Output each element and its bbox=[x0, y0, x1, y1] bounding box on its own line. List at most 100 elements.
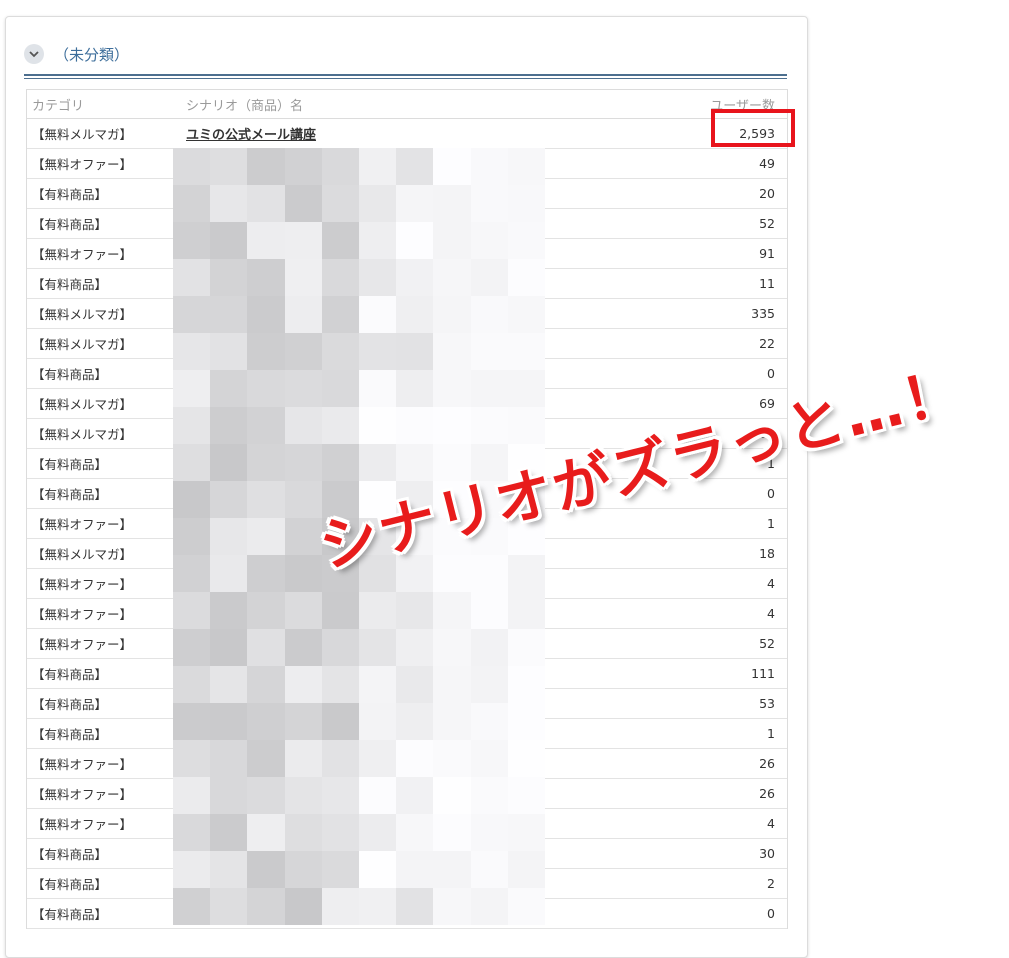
row-category: 【有料商品】 bbox=[32, 727, 108, 742]
row-scenario-cell: ユミの公式メール講座 bbox=[182, 119, 662, 148]
row-category: 【無料オファー】 bbox=[32, 577, 133, 592]
row-category: 【無料メルマガ】 bbox=[32, 127, 133, 142]
row-category: 【有料商品】 bbox=[32, 277, 108, 292]
row-category: 【有料商品】 bbox=[32, 457, 108, 472]
row-scenario-cell bbox=[182, 869, 662, 898]
row-user-count: 49 bbox=[759, 156, 775, 171]
group-header[interactable]: （未分類） bbox=[24, 43, 784, 65]
row-user-count: 4 bbox=[767, 816, 775, 831]
row-scenario-cell bbox=[182, 779, 662, 808]
row-scenario-cell bbox=[182, 269, 662, 298]
table-row[interactable]: 【無料オファー】 49 bbox=[27, 149, 787, 179]
header-category: カテゴリ bbox=[32, 98, 85, 114]
row-category: 【有料商品】 bbox=[32, 877, 108, 892]
header-scenario: シナリオ（商品）名 bbox=[186, 98, 304, 114]
row-user-count: 11 bbox=[759, 276, 775, 291]
row-user-count: 1 bbox=[767, 516, 775, 531]
row-scenario-cell bbox=[182, 299, 662, 328]
row-scenario-cell bbox=[182, 149, 662, 178]
row-category: 【有料商品】 bbox=[32, 367, 108, 382]
row-user-count: 91 bbox=[759, 246, 775, 261]
row-category: 【無料オファー】 bbox=[32, 757, 133, 772]
scenario-link[interactable]: ユミの公式メール講座 bbox=[186, 124, 316, 143]
row-scenario-cell bbox=[182, 629, 662, 658]
row-category: 【有料商品】 bbox=[32, 187, 108, 202]
row-user-count: 4 bbox=[767, 576, 775, 591]
row-user-count: 26 bbox=[759, 756, 775, 771]
table-row[interactable]: 【有料商品】 111 bbox=[27, 659, 787, 689]
row-scenario-cell bbox=[182, 839, 662, 868]
table-row[interactable]: 【無料オファー】 26 bbox=[27, 749, 787, 779]
table-row[interactable]: 【有料商品】 20 bbox=[27, 179, 787, 209]
row-scenario-cell bbox=[182, 689, 662, 718]
divider bbox=[24, 78, 787, 79]
row-category: 【有料商品】 bbox=[32, 487, 108, 502]
row-user-count: 0 bbox=[767, 366, 775, 381]
row-scenario-cell bbox=[182, 209, 662, 238]
divider bbox=[24, 74, 787, 76]
row-category: 【無料メルマガ】 bbox=[32, 337, 133, 352]
row-category: 【無料オファー】 bbox=[32, 787, 133, 802]
row-category: 【無料オファー】 bbox=[32, 817, 133, 832]
table-row[interactable]: 【無料オファー】 91 bbox=[27, 239, 787, 269]
group-title: （未分類） bbox=[54, 45, 130, 64]
row-scenario-cell bbox=[182, 179, 662, 208]
row-user-count: 18 bbox=[759, 546, 775, 561]
table-row[interactable]: 【有料商品】 11 bbox=[27, 269, 787, 299]
row-user-count: 0 bbox=[767, 906, 775, 921]
row-category: 【無料オファー】 bbox=[32, 247, 133, 262]
table-row[interactable]: 【有料商品】 2 bbox=[27, 869, 787, 899]
table-row[interactable]: 【無料オファー】 26 bbox=[27, 779, 787, 809]
row-category: 【無料オファー】 bbox=[32, 517, 133, 532]
row-category: 【有料商品】 bbox=[32, 847, 108, 862]
row-user-count: 335 bbox=[751, 306, 775, 321]
row-scenario-cell bbox=[182, 599, 662, 628]
row-user-count: 26 bbox=[759, 786, 775, 801]
table-row[interactable]: 【無料オファー】 4 bbox=[27, 569, 787, 599]
table-row[interactable]: 【無料メルマガ】 335 bbox=[27, 299, 787, 329]
table-row[interactable]: 【有料商品】 1 bbox=[27, 719, 787, 749]
row-category: 【無料オファー】 bbox=[32, 637, 133, 652]
chevron-down-icon bbox=[29, 51, 39, 58]
table-row[interactable]: 【有料商品】 0 bbox=[27, 359, 787, 389]
table-header: カテゴリ シナリオ（商品）名 ユーザー数 bbox=[27, 90, 787, 119]
table-row[interactable]: 【無料オファー】 52 bbox=[27, 629, 787, 659]
row-category: 【無料メルマガ】 bbox=[32, 397, 133, 412]
row-category: 【無料オファー】 bbox=[32, 607, 133, 622]
row-category: 【無料オファー】 bbox=[32, 157, 133, 172]
row-category: 【有料商品】 bbox=[32, 907, 108, 922]
row-user-count: 20 bbox=[759, 186, 775, 201]
row-category: 【無料メルマガ】 bbox=[32, 547, 133, 562]
row-scenario-cell bbox=[182, 239, 662, 268]
row-scenario-cell bbox=[182, 389, 662, 418]
row-user-count: 4 bbox=[767, 606, 775, 621]
row-user-count: 52 bbox=[759, 216, 775, 231]
table-row[interactable]: 【無料メルマガ】 22 bbox=[27, 329, 787, 359]
row-user-count: 53 bbox=[759, 696, 775, 711]
row-user-count: 2 bbox=[767, 876, 775, 891]
row-scenario-cell bbox=[182, 569, 662, 598]
row-scenario-cell bbox=[182, 719, 662, 748]
row-category: 【有料商品】 bbox=[32, 217, 108, 232]
row-user-count: 111 bbox=[751, 666, 775, 681]
row-category: 【無料メルマガ】 bbox=[32, 307, 133, 322]
row-scenario-cell bbox=[182, 659, 662, 688]
row-scenario-cell bbox=[182, 749, 662, 778]
table-row[interactable]: 【有料商品】 30 bbox=[27, 839, 787, 869]
table-row[interactable]: 【有料商品】 52 bbox=[27, 209, 787, 239]
table-row[interactable]: 【無料オファー】 4 bbox=[27, 809, 787, 839]
row-user-count: 52 bbox=[759, 636, 775, 651]
table-row[interactable]: 【有料商品】 53 bbox=[27, 689, 787, 719]
row-user-count: 1 bbox=[767, 726, 775, 741]
row-category: 【無料メルマガ】 bbox=[32, 427, 133, 442]
highlight-box bbox=[711, 109, 795, 147]
table-row[interactable]: 【無料オファー】 4 bbox=[27, 599, 787, 629]
table-row[interactable]: 【無料メルマガ】 ユミの公式メール講座 2,593 bbox=[27, 119, 787, 149]
collapse-toggle-button[interactable] bbox=[24, 44, 44, 64]
row-category: 【有料商品】 bbox=[32, 667, 108, 682]
row-user-count: 22 bbox=[759, 336, 775, 351]
row-scenario-cell bbox=[182, 899, 662, 928]
row-scenario-cell bbox=[182, 809, 662, 838]
row-scenario-cell bbox=[182, 359, 662, 388]
row-scenario-cell bbox=[182, 329, 662, 358]
